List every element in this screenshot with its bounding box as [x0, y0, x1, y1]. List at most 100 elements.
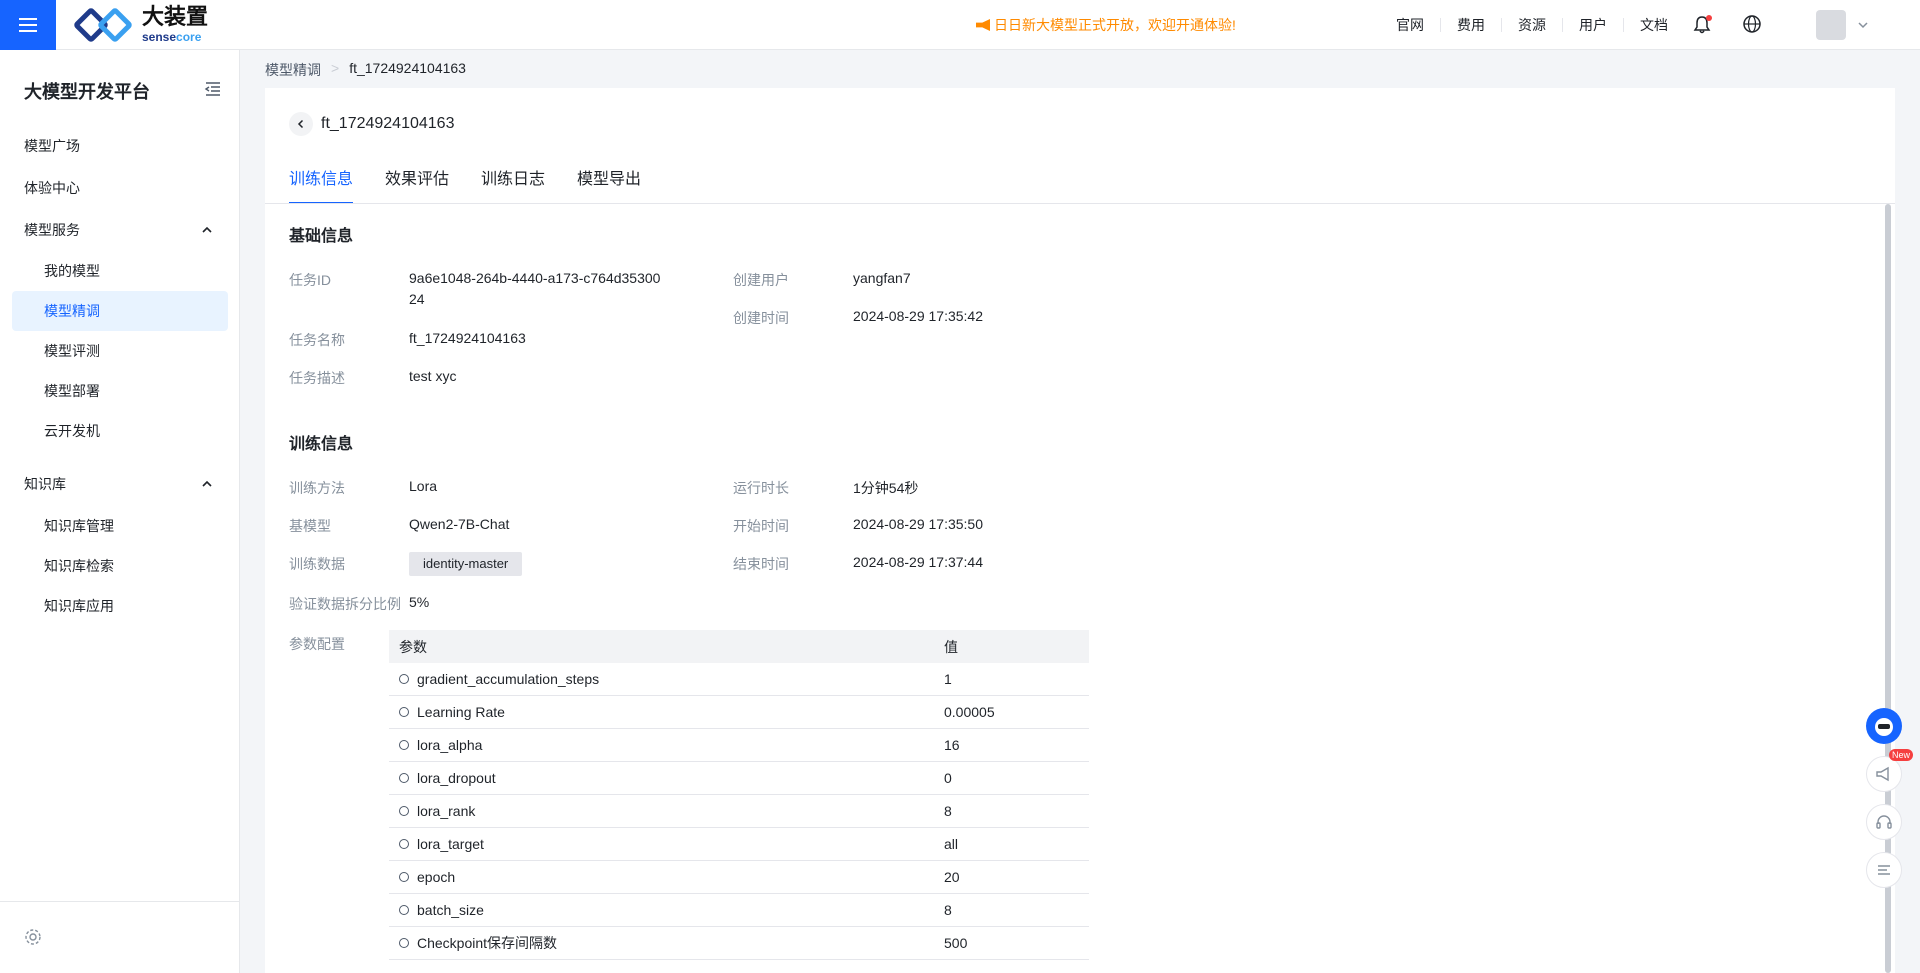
sidebar-item-kb-search[interactable]: 知识库检索 [12, 546, 228, 586]
logo[interactable]: 大装置 sensecore [72, 6, 208, 43]
menu-button[interactable] [0, 0, 56, 50]
radio-icon[interactable] [399, 872, 409, 882]
breadcrumb: 模型精调 > ft_1724924104163 [265, 60, 466, 80]
table-row[interactable]: gradient_accumulation_steps 1 [389, 663, 1089, 696]
param-value: 8 [944, 902, 952, 918]
chevron-up-icon [202, 226, 212, 233]
label-task-desc: 任务描述 [289, 370, 345, 386]
sidebar-item-kb-manage[interactable]: 知识库管理 [12, 506, 228, 546]
sensecore-logo-icon [72, 6, 134, 43]
tab-divider [265, 203, 1895, 204]
breadcrumb-parent[interactable]: 模型精调 [265, 60, 321, 80]
user-menu[interactable] [1792, 10, 1870, 40]
sidebar-title: 大模型开发平台 [24, 82, 150, 103]
tabs: 训练信息 效果评估 训练日志 模型导出 [289, 168, 641, 204]
param-value: 0.00005 [944, 704, 995, 720]
table-row[interactable]: Checkpoint保存间隔数 500 [389, 927, 1089, 960]
sidebar-group-model-services[interactable]: 模型服务 [12, 210, 228, 250]
notification-bell-icon[interactable] [1692, 15, 1712, 35]
param-name: lora_target [417, 836, 484, 852]
value-start-time: 2024-08-29 17:35:50 [853, 516, 983, 532]
radio-icon[interactable] [399, 905, 409, 915]
sidebar-item-deployment[interactable]: 模型部署 [12, 371, 228, 411]
table-row[interactable]: lora_alpha 16 [389, 729, 1089, 762]
value-task-id-line2: 24 [409, 291, 425, 307]
gear-icon[interactable] [24, 928, 42, 946]
sidebar-group-label: 模型服务 [24, 222, 80, 238]
sidebar-item-experience-center[interactable]: 体验中心 [12, 168, 228, 208]
sidebar-group-knowledge-base[interactable]: 知识库 [12, 464, 228, 504]
param-value: 500 [944, 935, 968, 951]
radio-icon[interactable] [399, 773, 409, 783]
label-created-time: 创建时间 [733, 310, 789, 326]
radio-icon[interactable] [399, 839, 409, 849]
nav-official-site[interactable]: 官网 [1380, 18, 1441, 32]
param-name: lora_rank [417, 803, 476, 819]
sidebar-group-label: 知识库 [24, 476, 66, 492]
chevron-up-icon [202, 480, 212, 487]
table-row[interactable]: batch_size 8 [389, 894, 1089, 927]
label-task-name: 任务名称 [289, 332, 345, 348]
sidebar-item-cloud-dev[interactable]: 云开发机 [12, 411, 228, 451]
radio-icon[interactable] [399, 707, 409, 717]
nav-docs[interactable]: 文档 [1624, 18, 1684, 32]
avatar [1816, 10, 1846, 40]
collapse-sidebar-icon[interactable] [204, 80, 222, 98]
label-split-ratio: 验证数据拆分比例 [289, 596, 401, 612]
sidebar-item-my-models[interactable]: 我的模型 [12, 251, 228, 291]
sidebar-item-evaluation[interactable]: 模型评测 [12, 331, 228, 371]
param-name: Checkpoint保存间隔数 [417, 935, 558, 951]
back-button[interactable] [289, 112, 313, 136]
label-creator: 创建用户 [733, 272, 789, 288]
radio-icon[interactable] [399, 740, 409, 750]
value-created-time: 2024-08-29 17:35:42 [853, 308, 983, 324]
nav-resources[interactable]: 资源 [1502, 18, 1563, 32]
value-task-desc: test xyc [409, 368, 457, 384]
radio-icon[interactable] [399, 806, 409, 816]
sidebar: 大模型开发平台 模型广场 体验中心 模型服务 我的模型 模型精调 模型评测 模型… [0, 50, 240, 973]
announcement-text: 日日新大模型正式开放，欢迎开通体验! [994, 17, 1236, 33]
value-split-ratio: 5% [409, 594, 430, 610]
value-task-name: ft_1724924104163 [409, 330, 526, 346]
sidebar-item-fine-tuning[interactable]: 模型精调 [12, 291, 228, 331]
table-row[interactable]: lora_rank 8 [389, 795, 1089, 828]
breadcrumb-current: ft_1724924104163 [349, 60, 466, 76]
nav-users[interactable]: 用户 [1563, 18, 1624, 32]
value-runtime: 1分钟54秒 [853, 480, 919, 496]
language-globe-icon[interactable] [1742, 14, 1762, 37]
value-task-id-line1: 9a6e1048-264b-4440-a173-c764d35300 [409, 270, 661, 286]
notification-dot [1706, 15, 1712, 21]
param-value: 20 [944, 869, 960, 885]
tab-evaluation[interactable]: 效果评估 [385, 168, 449, 204]
tab-training-log[interactable]: 训练日志 [481, 168, 545, 204]
table-row[interactable]: lora_target all [389, 828, 1089, 861]
table-row[interactable]: epoch 20 [389, 861, 1089, 894]
param-name: Learning Rate [417, 704, 505, 720]
announcement[interactable]: 日日新大模型正式开放，欢迎开通体验! [976, 15, 1236, 35]
nav-billing[interactable]: 费用 [1441, 18, 1502, 32]
support-button[interactable] [1866, 804, 1902, 840]
list-menu-button[interactable] [1866, 852, 1902, 888]
param-name: gradient_accumulation_steps [417, 671, 600, 687]
sidebar-item-model-square[interactable]: 模型广场 [12, 126, 228, 166]
tab-model-export[interactable]: 模型导出 [577, 168, 641, 204]
table-row[interactable]: lora_dropout 0 [389, 762, 1089, 795]
radio-icon[interactable] [399, 674, 409, 684]
list-icon [1878, 865, 1890, 875]
top-nav: 官网 费用 资源 用户 文档 [1380, 0, 1684, 50]
value-end-time: 2024-08-29 17:37:44 [853, 554, 983, 570]
header-value: 值 [944, 638, 958, 655]
param-name: epoch [417, 869, 456, 885]
sidebar-item-kb-apps[interactable]: 知识库应用 [12, 586, 228, 626]
table-row[interactable]: Learning Rate 0.00005 [389, 696, 1089, 729]
section-title-training: 训练信息 [289, 434, 354, 453]
value-creator: yangfan7 [853, 270, 911, 286]
tab-training-info[interactable]: 训练信息 [289, 168, 354, 204]
label-end-time: 结束时间 [733, 556, 789, 572]
page-title: ft_1724924104163 [321, 115, 455, 132]
hamburger-icon [19, 23, 37, 26]
announcement-button[interactable]: New [1866, 749, 1914, 792]
training-data-tag[interactable]: identity-master [409, 552, 523, 576]
assistant-bot-button[interactable] [1866, 708, 1902, 744]
radio-icon[interactable] [399, 938, 409, 948]
